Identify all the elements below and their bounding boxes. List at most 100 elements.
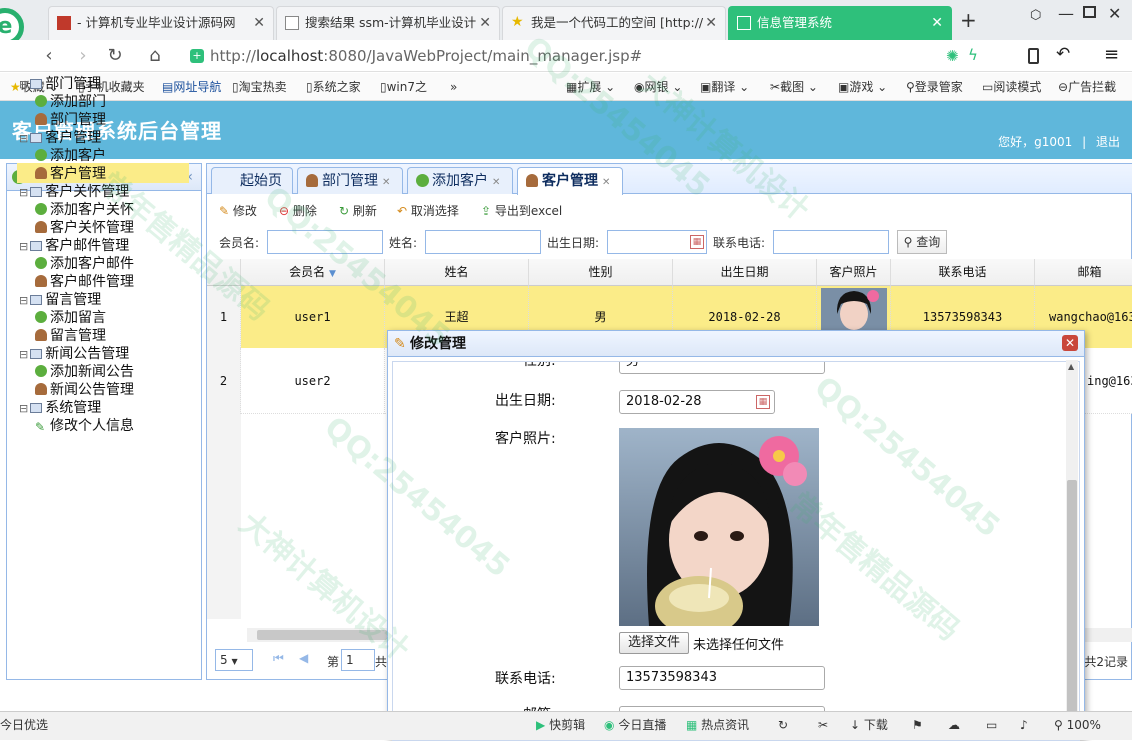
- back-icon[interactable]: ‹: [36, 44, 62, 68]
- nav-item[interactable]: 客户关怀管理: [35, 217, 134, 237]
- close-icon[interactable]: ✕: [705, 7, 717, 39]
- browser-tab-1[interactable]: - 计算机专业毕业设计源码网 ✕: [48, 6, 274, 40]
- forward-icon[interactable]: ›: [70, 44, 96, 68]
- column-header-gender[interactable]: 性别: [529, 259, 673, 286]
- bookmark-bank[interactable]: ◉网银 ⌄: [634, 73, 682, 101]
- delete-button[interactable]: ⊖ 删除: [279, 197, 317, 225]
- zoom-control[interactable]: ⚲ 100%: [1054, 712, 1101, 738]
- browser-tab-2[interactable]: 搜索结果 ssm-计算机毕业设计 ✕: [276, 6, 500, 40]
- column-header-member[interactable]: 会员名 ▼: [241, 259, 385, 286]
- browser-tab-3[interactable]: ★ 我是一个代码工的空间 [http:// ✕: [502, 6, 726, 40]
- edit-button[interactable]: ✎ 修改: [219, 197, 257, 225]
- minimize-icon[interactable]: —: [1058, 4, 1074, 23]
- bookmark-win7[interactable]: ▯win7之: [380, 73, 427, 101]
- window-close-icon[interactable]: ✕: [1108, 4, 1121, 23]
- expand-icon[interactable]: ⊟: [19, 402, 28, 415]
- tab-add-customer[interactable]: 添加客户 ✕: [407, 167, 513, 194]
- close-icon[interactable]: ✕: [382, 177, 390, 188]
- browser-tab-active[interactable]: 信息管理系统 ✕: [728, 6, 952, 40]
- cloud-icon[interactable]: ☁: [948, 712, 960, 738]
- bookmark-xitong[interactable]: ▯系统之家: [306, 73, 361, 101]
- nav-item[interactable]: 新闻公告管理: [35, 379, 134, 399]
- choose-file-button[interactable]: 选择文件: [619, 632, 689, 654]
- close-icon[interactable]: ✕: [931, 7, 943, 39]
- calendar-icon[interactable]: ▦: [756, 395, 770, 409]
- menu-icon[interactable]: ≡: [1104, 44, 1119, 65]
- phone-input[interactable]: [773, 230, 889, 254]
- window-icon[interactable]: ▭: [986, 712, 997, 738]
- column-header-birth[interactable]: 出生日期: [673, 259, 817, 286]
- scrollbar-thumb[interactable]: [257, 630, 387, 640]
- calendar-icon[interactable]: ▦: [690, 235, 704, 249]
- lightning-icon[interactable]: ϟ: [968, 46, 978, 64]
- query-button[interactable]: ⚲ 查询: [897, 230, 947, 254]
- nav-item[interactable]: ✎ 修改个人信息: [35, 415, 134, 435]
- status-kuaijianji[interactable]: ▶ 快剪辑: [536, 712, 585, 738]
- nav-group[interactable]: ⊟ 客户管理: [19, 127, 101, 147]
- page-size-select[interactable]: 5 ▼: [215, 649, 253, 671]
- close-icon[interactable]: ✕: [602, 177, 610, 188]
- gender-input[interactable]: 男: [619, 362, 825, 374]
- sound-icon[interactable]: ♪: [1020, 712, 1028, 738]
- reload-icon[interactable]: ↻: [102, 44, 128, 68]
- status-news[interactable]: ▦ 热点资讯: [686, 712, 749, 738]
- bookmark-extensions[interactable]: ▦扩展 ⌄: [566, 73, 615, 101]
- nav-item[interactable]: 客户管理: [17, 163, 189, 183]
- nav-item[interactable]: 添加客户: [35, 145, 106, 165]
- scrollbar-thumb[interactable]: [1067, 480, 1077, 720]
- close-icon[interactable]: ✕: [479, 7, 491, 39]
- close-icon[interactable]: ✕: [253, 7, 265, 39]
- nav-group[interactable]: ⊟ 系统管理: [19, 397, 101, 417]
- undo-icon[interactable]: ↶: [1056, 44, 1070, 64]
- maximize-icon[interactable]: [1083, 6, 1096, 18]
- dialog-scrollbar[interactable]: ▲: [1066, 360, 1078, 740]
- skin-icon[interactable]: ⬡: [1030, 8, 1041, 23]
- cancel-select-button[interactable]: ↶ 取消选择: [397, 197, 459, 225]
- scroll-up-icon[interactable]: ▲: [1068, 362, 1074, 371]
- home-icon[interactable]: ⌂: [142, 44, 168, 68]
- status-download[interactable]: ↓ 下载: [850, 712, 888, 738]
- expand-icon[interactable]: ⊟: [19, 294, 28, 307]
- logout-link[interactable]: 退出: [1096, 135, 1120, 149]
- member-input[interactable]: [267, 230, 383, 254]
- nav-group[interactable]: ⊟ 部门管理: [19, 73, 101, 93]
- close-icon[interactable]: ✕: [492, 177, 500, 188]
- column-header-phone[interactable]: 联系电话: [891, 259, 1035, 286]
- nav-group[interactable]: ⊟ 客户邮件管理: [19, 235, 129, 255]
- tab-department[interactable]: 部门管理 ✕: [297, 167, 403, 194]
- column-header-photo[interactable]: 客户照片: [817, 259, 891, 286]
- tools-icon[interactable]: ✂: [818, 712, 828, 738]
- bookmark-login[interactable]: ⚲登录管家: [906, 73, 963, 101]
- nav-item[interactable]: 部门管理: [35, 109, 106, 129]
- bookmark-taobao[interactable]: ▯淘宝热卖: [232, 73, 287, 101]
- nav-item[interactable]: 添加客户邮件: [35, 253, 134, 273]
- nav-item[interactable]: 添加客户关怀: [35, 199, 134, 219]
- status-live[interactable]: ◉ 今日直播: [604, 712, 666, 738]
- bookmark-games[interactable]: ▣游戏 ⌄: [838, 73, 887, 101]
- prev-page-icon[interactable]: ◀: [299, 651, 308, 665]
- export-button[interactable]: ⇪ 导出到excel: [481, 197, 562, 225]
- close-icon[interactable]: ✕: [1062, 335, 1078, 351]
- birth-date-input[interactable]: 2018-02-28 ▦: [619, 390, 775, 414]
- nav-item[interactable]: 添加新闻公告: [35, 361, 134, 381]
- expand-icon[interactable]: ⊟: [19, 240, 28, 253]
- page-number-input[interactable]: 1: [341, 649, 375, 671]
- column-header-email[interactable]: 邮箱: [1035, 259, 1132, 286]
- column-header-name[interactable]: 姓名: [385, 259, 529, 286]
- tab-home[interactable]: 起始页: [211, 167, 293, 194]
- phone-icon[interactable]: [1028, 48, 1039, 64]
- speed-icon[interactable]: ✺: [946, 47, 959, 65]
- bookmark-screenshot[interactable]: ✂截图 ⌄: [770, 73, 818, 101]
- nav-item[interactable]: 添加部门: [35, 91, 106, 111]
- expand-icon[interactable]: ⊟: [19, 348, 28, 361]
- bookmark-reader[interactable]: ▭阅读模式: [982, 73, 1041, 101]
- bookmark-translate[interactable]: ▣翻译 ⌄: [700, 73, 749, 101]
- bookmark-nav[interactable]: ▤网址导航: [162, 73, 221, 101]
- refresh-button[interactable]: ↻ 刷新: [339, 197, 377, 225]
- nav-item[interactable]: 添加留言: [35, 307, 106, 327]
- tab-customer-manage[interactable]: 客户管理 ✕: [517, 167, 623, 195]
- first-page-icon[interactable]: ⏮: [273, 651, 284, 666]
- expand-icon[interactable]: ⊟: [19, 186, 28, 199]
- new-tab-icon[interactable]: +: [960, 8, 977, 32]
- phone-input[interactable]: 13573598343: [619, 666, 825, 690]
